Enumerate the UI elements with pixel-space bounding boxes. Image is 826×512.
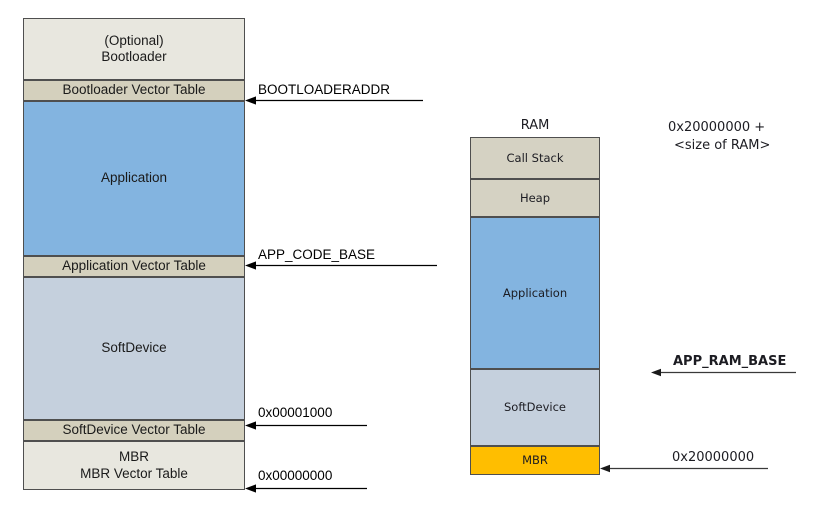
- arrow-addr-00000000: [245, 484, 367, 493]
- flash-block-softdevice-vector-table-label: SoftDevice Vector Table: [62, 422, 206, 438]
- ram-block-softdevice-label: SoftDevice: [503, 400, 567, 415]
- ram-block-call-stack: Call Stack: [470, 137, 600, 179]
- ram-block-application: Application: [470, 217, 600, 369]
- flash-block-application-vector-table-label: Application Vector Table: [62, 258, 206, 274]
- annotation-ram-top-address: 0x20000000 + <size of RAM>: [668, 119, 770, 154]
- annotation-ram-top-address-line1: 0x20000000 +: [668, 120, 766, 135]
- flash-block-bootloader: (Optional) Bootloader: [23, 18, 245, 80]
- ram-block-call-stack-label: Call Stack: [506, 150, 564, 165]
- annotation-ram-top-address-line2: <size of RAM>: [674, 137, 771, 153]
- flash-block-application-label: Application: [100, 170, 168, 186]
- annotation-addr-00001000: 0x00001000: [258, 405, 333, 420]
- ram-memory-layout: Call Stack Heap Application SoftDevice M…: [470, 137, 600, 475]
- flash-block-bootloader-vector-table: Bootloader Vector Table: [23, 80, 245, 101]
- arrow-addr-00001000: [245, 421, 367, 430]
- flash-block-bootloader-vector-table-label: Bootloader Vector Table: [62, 82, 206, 98]
- annotation-app-code-base: APP_CODE_BASE: [258, 247, 376, 262]
- ram-block-mbr-label: MBR: [522, 453, 548, 468]
- flash-block-application-vector-table: Application Vector Table: [23, 256, 245, 277]
- flash-block-softdevice: SoftDevice: [23, 277, 245, 420]
- flash-block-mbr: MBR MBR Vector Table: [23, 441, 245, 490]
- arrow-bootloaderaddr: [245, 96, 423, 105]
- flash-block-bootloader-label: (Optional) Bootloader: [101, 32, 167, 64]
- flash-block-softdevice-label: SoftDevice: [101, 340, 167, 356]
- ram-block-heap: Heap: [470, 179, 600, 217]
- annotation-app-ram-base: APP_RAM_BASE: [673, 354, 787, 369]
- annotation-addr-00000000: 0x00000000: [258, 468, 333, 483]
- arrow-app-code-base: [245, 261, 437, 270]
- ram-block-heap-label: Heap: [519, 190, 551, 205]
- ram-diagram-title: RAM: [520, 118, 550, 133]
- annotation-bootloaderaddr: BOOTLOADERADDR: [258, 82, 391, 97]
- flash-block-application: Application: [23, 101, 245, 256]
- ram-block-softdevice: SoftDevice: [470, 369, 600, 446]
- ram-block-application-label: Application: [502, 285, 568, 300]
- flash-block-mbr-label: MBR MBR Vector Table: [80, 449, 188, 481]
- ram-block-mbr: MBR: [470, 446, 600, 475]
- flash-block-softdevice-vector-table: SoftDevice Vector Table: [23, 420, 245, 441]
- annotation-addr-20000000: 0x20000000: [672, 450, 755, 465]
- flash-memory-layout: (Optional) Bootloader Bootloader Vector T…: [23, 18, 245, 490]
